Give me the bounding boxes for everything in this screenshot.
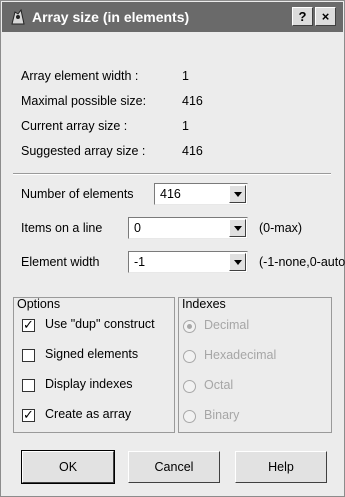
separator <box>13 173 331 175</box>
element-width-label: Array element width : <box>21 69 139 83</box>
element-width-hint: (-1-none,0-auto) <box>259 255 345 269</box>
cancel-button[interactable]: Cancel <box>128 451 220 483</box>
signed-elements-checkbox[interactable] <box>22 349 35 362</box>
close-button[interactable]: × <box>315 7 336 26</box>
octal-radio[interactable] <box>183 380 196 393</box>
suggested-size-label: Suggested array size : <box>21 144 146 158</box>
element-width-field-value: -1 <box>134 255 146 269</box>
ok-button[interactable]: OK <box>21 450 115 484</box>
hexadecimal-label[interactable]: Hexadecimal <box>204 348 276 362</box>
indexes-group-title: Indexes <box>182 297 226 311</box>
current-size-label: Current array size : <box>21 119 128 133</box>
create-as-array-label[interactable]: Create as array <box>45 407 131 421</box>
display-indexes-label[interactable]: Display indexes <box>45 377 133 391</box>
number-of-elements-value: 416 <box>160 187 181 201</box>
items-on-line-label: Items on a line <box>21 221 103 235</box>
chevron-down-icon[interactable] <box>229 185 246 203</box>
display-indexes-checkbox[interactable] <box>22 379 35 392</box>
max-size-label: Maximal possible size: <box>21 94 147 108</box>
element-width-field-label: Element width <box>21 255 100 269</box>
number-of-elements-label: Number of elements <box>21 187 134 201</box>
max-size-value: 416 <box>182 94 203 108</box>
app-icon <box>11 8 25 25</box>
items-on-line-value: 0 <box>134 221 141 235</box>
binary-label[interactable]: Binary <box>204 408 239 422</box>
indexes-group: Indexes <box>178 297 332 433</box>
title-bar[interactable]: Array size (in elements) ? × <box>2 2 343 32</box>
help-title-button[interactable]: ? <box>292 7 313 26</box>
items-on-line-combo[interactable]: 0 <box>128 217 248 239</box>
element-width-combo[interactable]: -1 <box>128 251 248 273</box>
current-size-value: 1 <box>182 119 189 133</box>
chevron-down-icon[interactable] <box>229 253 246 271</box>
chevron-down-icon[interactable] <box>229 219 246 237</box>
suggested-size-value: 416 <box>182 144 203 158</box>
binary-radio[interactable] <box>183 410 196 423</box>
hexadecimal-radio[interactable] <box>183 350 196 363</box>
use-dup-label[interactable]: Use "dup" construct <box>45 317 155 331</box>
dialog-title: Array size (in elements) <box>32 9 190 25</box>
octal-label[interactable]: Octal <box>204 378 233 392</box>
number-of-elements-combo[interactable]: 416 <box>154 183 248 205</box>
decimal-radio[interactable] <box>183 320 196 333</box>
use-dup-checkbox[interactable] <box>22 317 35 333</box>
options-group-title: Options <box>17 297 61 311</box>
help-button[interactable]: Help <box>235 451 327 483</box>
create-as-array-checkbox[interactable] <box>22 407 35 423</box>
signed-elements-label[interactable]: Signed elements <box>45 347 138 361</box>
element-width-value: 1 <box>182 69 189 83</box>
items-on-line-hint: (0-max) <box>259 221 303 235</box>
decimal-label[interactable]: Decimal <box>204 318 249 332</box>
array-size-dialog: Array size (in elements) ? × Array eleme… <box>0 0 345 497</box>
